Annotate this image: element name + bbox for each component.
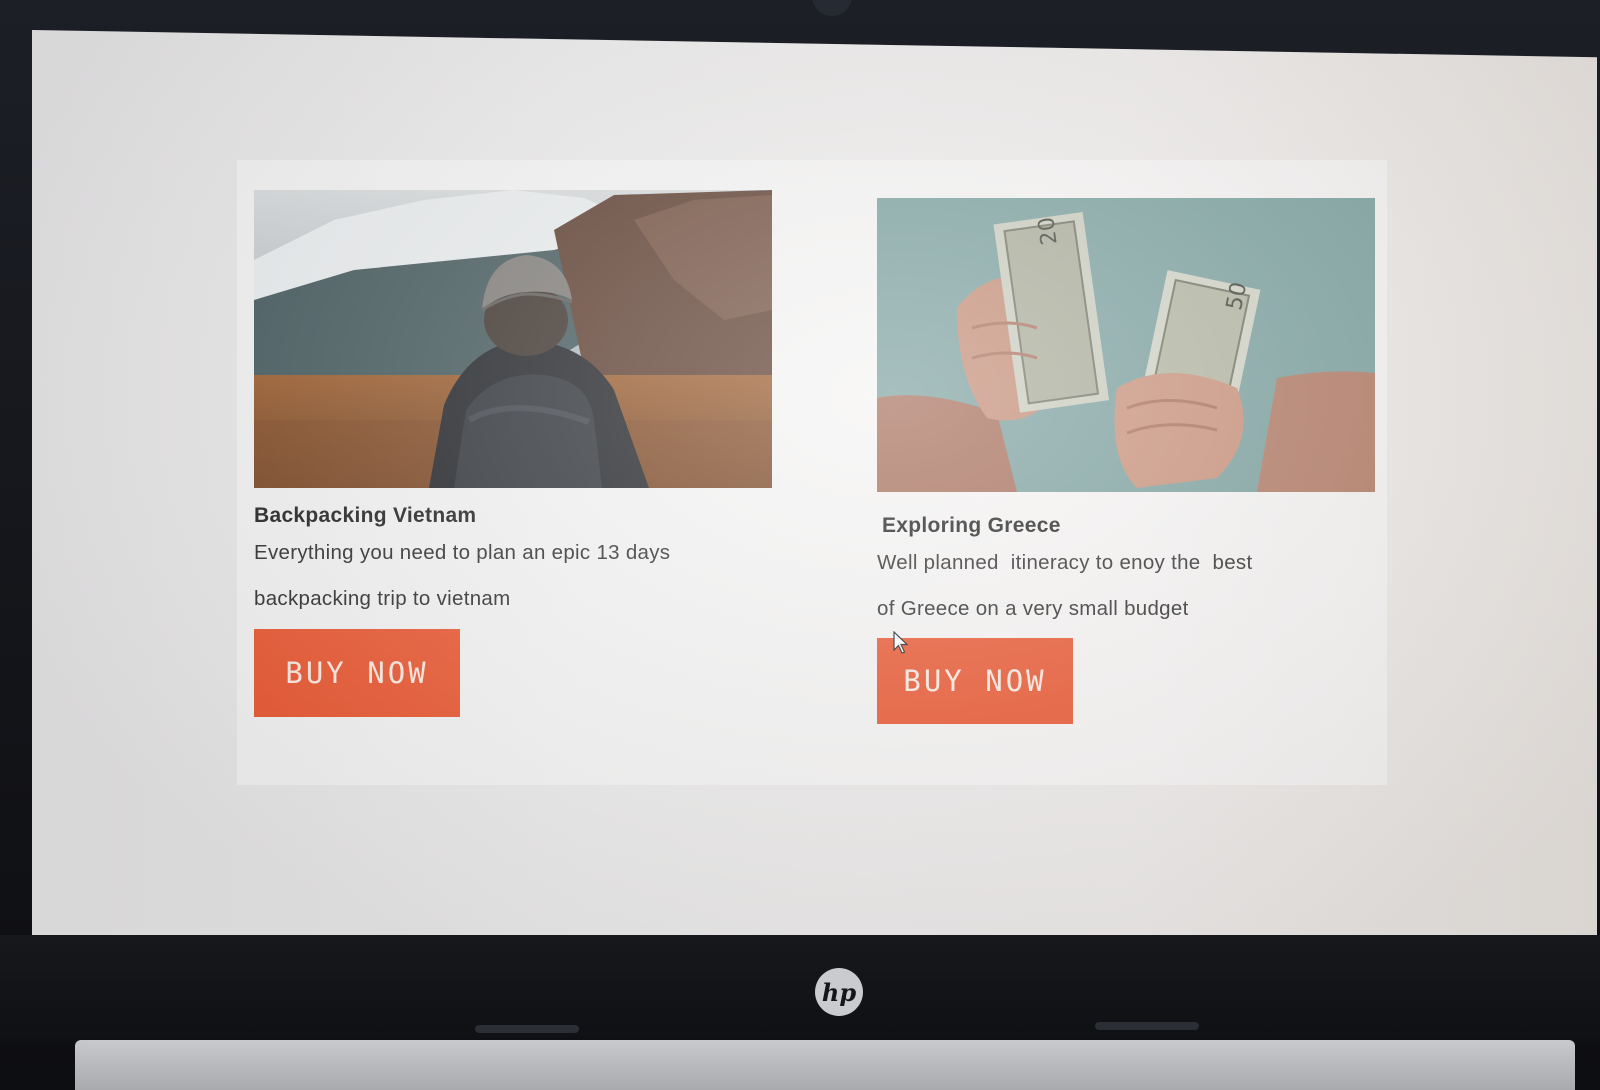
laptop-base [75,1040,1575,1090]
laptop-hinge [475,1025,579,1033]
product-card-vietnam: Backpacking Vietnam Everything you need … [254,190,774,717]
hiker-photo [254,190,772,488]
laptop: Backpacking Vietnam Everything you need … [0,0,1600,1090]
card-title: Exploring Greece [882,514,1061,537]
webcam [812,0,852,16]
card-description-line: Everything you need to plan an epic 13 d… [254,541,671,564]
card-title: Backpacking Vietnam [254,504,477,527]
hp-logo: hp [815,968,863,1016]
laptop-bezel [0,935,1600,1045]
svg-text:hp: hp [822,978,856,1007]
product-card-greece: 20 50 Exploring Greece Well planned itin… [877,198,1377,724]
laptop-hinge [1095,1022,1199,1030]
screen: Backpacking Vietnam Everything you need … [32,30,1597,940]
mouse-cursor-icon [893,631,909,654]
money-photo: 20 50 [877,198,1375,492]
card-description-line: of Greece on a very small budget [877,597,1189,620]
card-description-line: Well planned itineracy to enoy the best [877,551,1253,574]
card-description: Well planned itineracy to enoy the best … [877,540,1377,632]
card-description-line: backpacking trip to vietnam [254,587,511,610]
svg-text:20: 20 [1034,215,1063,246]
buy-now-button[interactable]: BUY NOW [254,629,460,717]
card-description: Everything you need to plan an epic 13 d… [254,530,754,622]
